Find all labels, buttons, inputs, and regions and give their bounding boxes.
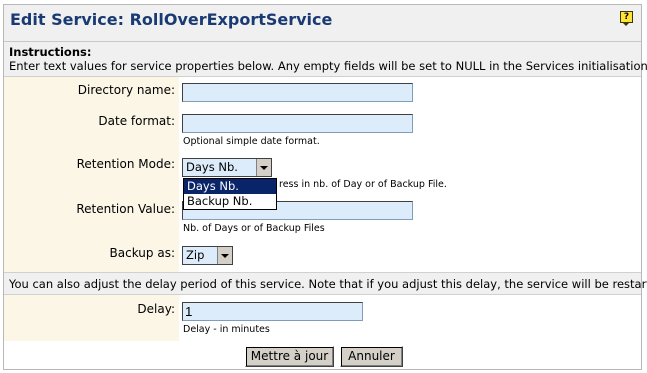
date-format-field[interactable] — [182, 114, 413, 133]
retention-value-hint: Nb. of Days or of Backup Files — [183, 223, 325, 234]
backup-as-select[interactable]: Zip — [182, 246, 233, 265]
label-column — [4, 77, 179, 272]
submit-button[interactable]: Mettre à jour — [245, 346, 334, 367]
instructions-section: Instructions: Enter text values for serv… — [4, 42, 647, 77]
delay-field[interactable] — [182, 302, 363, 321]
chevron-down-icon[interactable] — [217, 247, 232, 264]
directory-name-field[interactable] — [182, 83, 413, 102]
instructions-heading: Instructions: — [9, 45, 92, 59]
chevron-down-icon[interactable] — [256, 159, 271, 176]
retention-mode-hint: ress in nb. of Day or of Backup File. — [279, 179, 447, 190]
delay-section-band: You can also adjust the delay period of … — [4, 272, 647, 295]
page-title: Edit Service: RollOverExportService — [10, 10, 333, 29]
delay-instructions-text: You can also adjust the delay period of … — [9, 277, 647, 291]
retention-mode-selected: Days Nb. — [186, 160, 238, 174]
date-format-hint: Optional simple date format. — [183, 136, 320, 147]
date-format-label: Date format: — [98, 114, 175, 128]
edit-service-panel: Edit Service: RollOverExportService ? In… — [3, 4, 647, 370]
retention-mode-label: Retention Mode: — [76, 157, 175, 171]
instructions-text: Enter text values for service properties… — [9, 59, 647, 73]
backup-as-selected: Zip — [186, 248, 205, 262]
retention-value-label: Retention Value: — [76, 202, 175, 216]
header-bar: Edit Service: RollOverExportService ? — [4, 5, 641, 42]
help-icon[interactable]: ? — [620, 11, 633, 26]
dropdown-option-days[interactable]: Days Nb. — [184, 179, 276, 194]
directory-name-label: Directory name: — [77, 83, 175, 97]
retention-mode-select[interactable]: Days Nb. — [182, 158, 272, 177]
delay-hint: Delay - in minutes — [183, 324, 270, 335]
dropdown-option-backup[interactable]: Backup Nb. — [184, 194, 276, 209]
cancel-button[interactable]: Annuler — [340, 346, 403, 367]
retention-mode-dropdown-list: Days Nb. Backup Nb. — [183, 178, 277, 210]
delay-label: Delay: — [137, 302, 175, 316]
backup-as-label: Backup as: — [109, 246, 175, 260]
